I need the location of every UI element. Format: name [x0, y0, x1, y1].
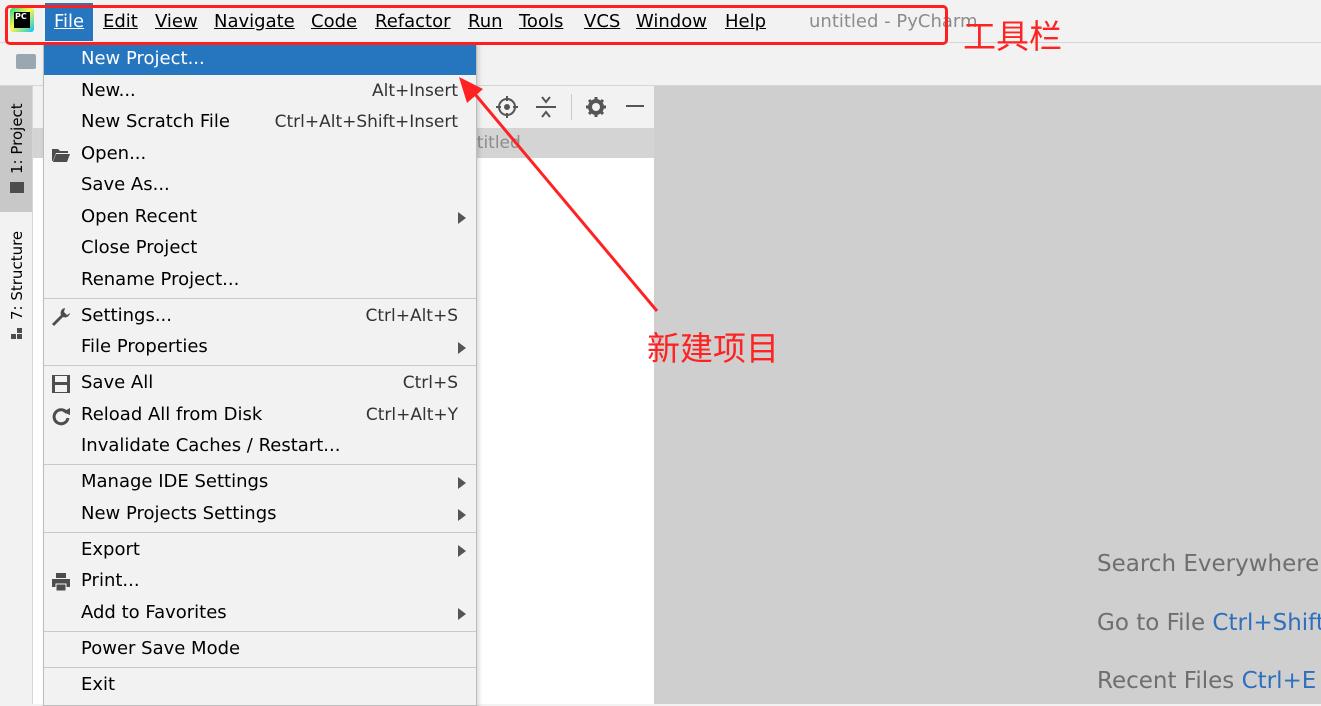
menu-item-new-project[interactable]: New Project... [44, 44, 476, 75]
submenu-arrow-icon [458, 342, 466, 354]
hint-recent-files-shortcut: Ctrl+E [1241, 668, 1317, 694]
hint-go-to-file-shortcut: Ctrl+Shift [1212, 610, 1321, 636]
submenu-arrow-icon [458, 509, 466, 521]
submenu-arrow-icon [458, 545, 466, 557]
menu-item-exit[interactable]: Exit [44, 670, 476, 701]
menu-separator [44, 464, 476, 465]
project-folder-icon [10, 182, 24, 193]
file-menu-dropdown: New Project... New... Alt+Insert New Scr… [43, 42, 477, 706]
tab-structure-label: 7: Structure [8, 230, 26, 320]
hint-recent-files: Recent Files Ctrl+E [1097, 668, 1317, 694]
new-project-annotation-label: 新建项目 [647, 329, 779, 368]
submenu-arrow-icon [458, 477, 466, 489]
menu-item-save-as[interactable]: Save As... [44, 170, 476, 201]
menu-item-settings[interactable]: Settings... Ctrl+Alt+S [44, 301, 476, 332]
annotation-arrow [459, 77, 659, 312]
menu-item-file-properties[interactable]: File Properties [44, 332, 476, 363]
menu-item-print[interactable]: Print... [44, 566, 476, 597]
menu-item-add-to-favorites[interactable]: Add to Favorites [44, 598, 476, 629]
save-icon [52, 375, 70, 393]
tab-structure[interactable]: 7: Structure [0, 220, 32, 346]
menu-separator [44, 298, 476, 299]
menu-item-close-project[interactable]: Close Project [44, 233, 476, 264]
submenu-arrow-icon [458, 608, 466, 620]
wrench-icon [52, 308, 70, 326]
printer-icon [52, 573, 70, 592]
menu-item-power-save-mode[interactable]: Power Save Mode [44, 634, 476, 665]
tab-project[interactable]: 1: Project [0, 86, 32, 212]
menu-item-new-projects-settings[interactable]: New Projects Settings [44, 499, 476, 530]
menu-item-new[interactable]: New... Alt+Insert [44, 76, 476, 107]
tab-project-label: 1: Project [8, 103, 26, 174]
menu-item-save-all[interactable]: Save All Ctrl+S [44, 368, 476, 399]
toolbar-annotation-label: 工具栏 [963, 17, 1062, 56]
menu-separator [44, 365, 476, 366]
reload-icon [52, 408, 70, 426]
hint-search-everywhere: Search Everywhere [1097, 551, 1320, 577]
folder-open-icon [52, 149, 70, 162]
folder-icon [16, 54, 36, 69]
menu-item-open-recent[interactable]: Open Recent [44, 202, 476, 233]
menu-item-rename-project[interactable]: Rename Project... [44, 265, 476, 296]
menu-separator [44, 631, 476, 632]
menu-separator [44, 667, 476, 668]
menu-separator [44, 532, 476, 533]
menu-item-reload-all[interactable]: Reload All from Disk Ctrl+Alt+Y [44, 400, 476, 431]
toolbar-annotation-box [5, 5, 948, 45]
menu-item-open[interactable]: Open... [44, 139, 476, 170]
menu-item-manage-ide-settings[interactable]: Manage IDE Settings [44, 467, 476, 498]
hint-go-to-file: Go to File Ctrl+Shift [1097, 610, 1321, 636]
menu-item-export[interactable]: Export [44, 535, 476, 566]
menu-item-new-scratch-file[interactable]: New Scratch File Ctrl+Alt+Shift+Insert [44, 107, 476, 138]
structure-icon [11, 328, 23, 340]
menu-item-invalidate-caches[interactable]: Invalidate Caches / Restart... [44, 431, 476, 462]
